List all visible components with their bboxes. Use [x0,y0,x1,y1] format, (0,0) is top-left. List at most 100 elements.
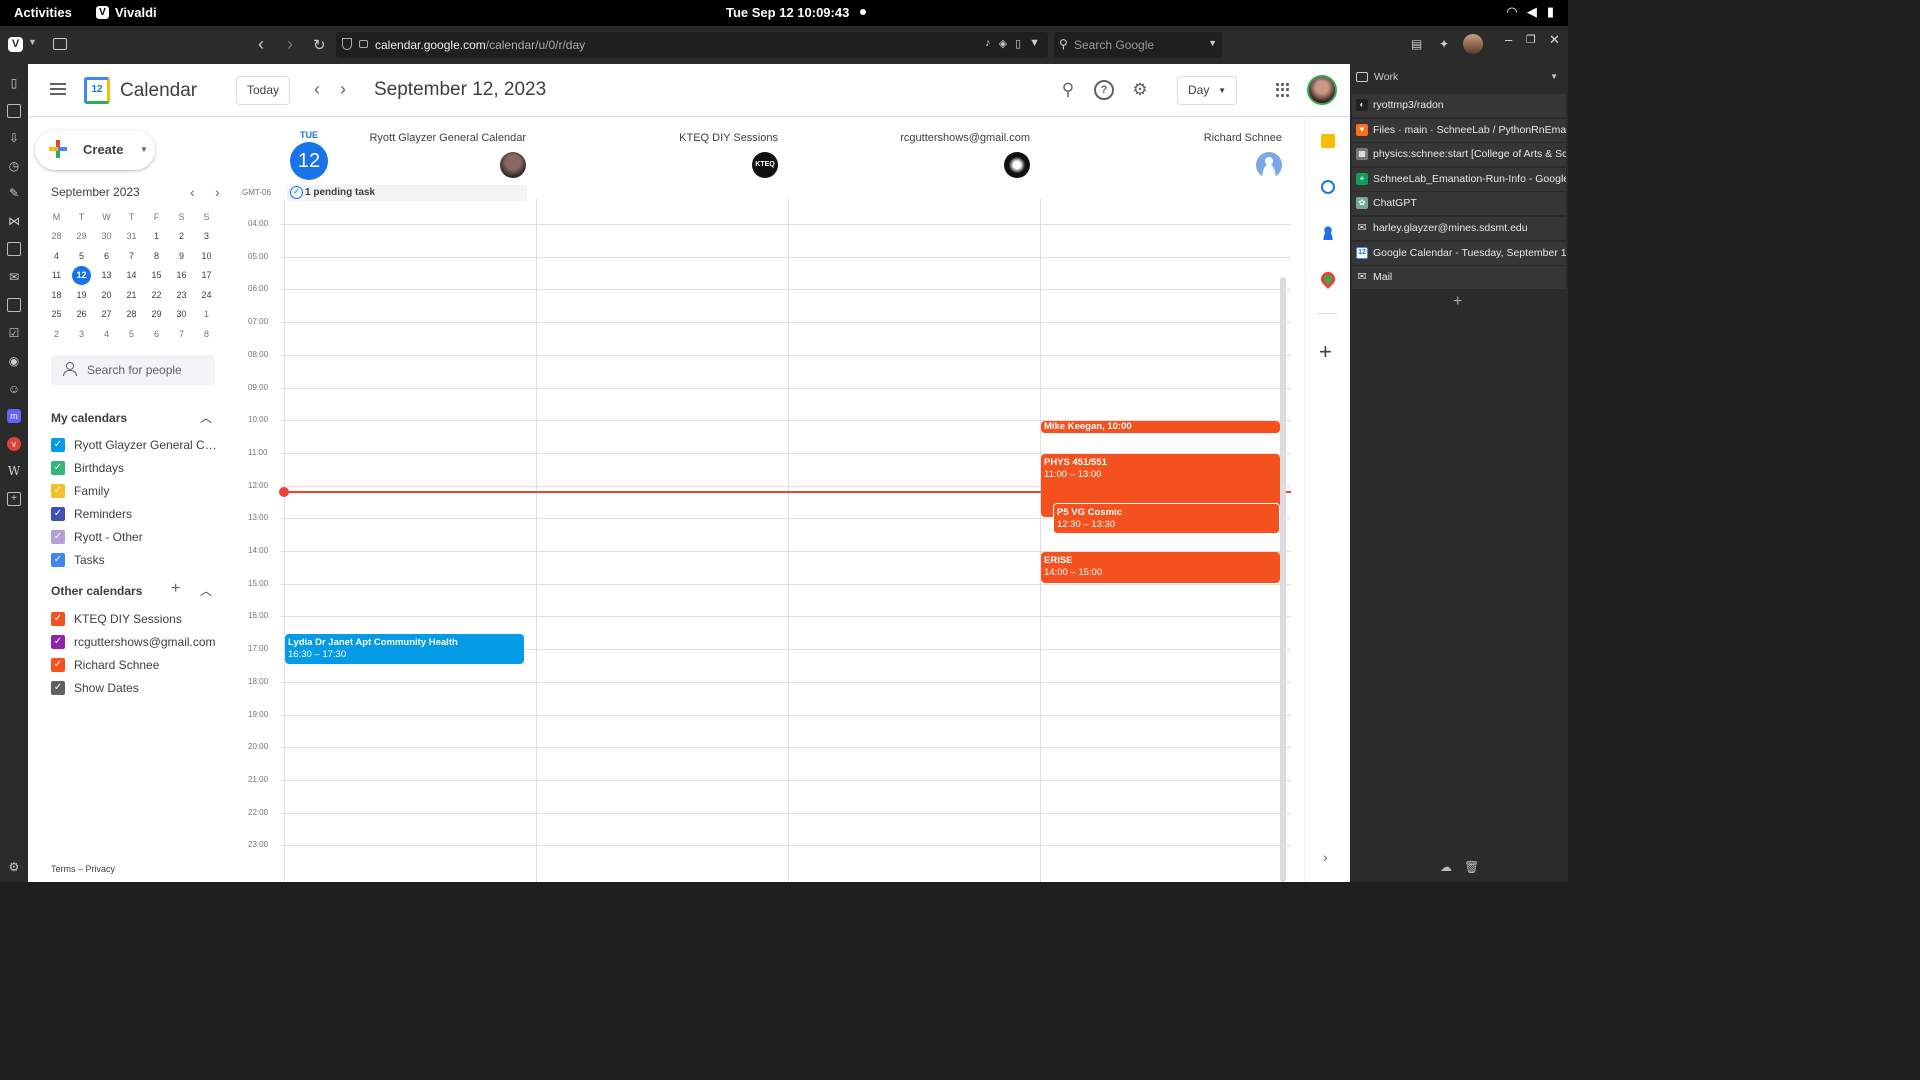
reload-icon[interactable]: ↻ [313,36,326,54]
next-day-icon[interactable]: › [340,79,346,100]
previous-day-icon[interactable]: ‹ [314,79,320,100]
mini-month-day[interactable]: 4 [94,325,119,344]
settings-icon[interactable]: ⚙ [1130,80,1150,100]
next-month-icon[interactable]: › [215,184,220,200]
mini-month-day[interactable]: 30 [94,227,119,246]
cloud-icon[interactable]: ☁ [1440,860,1452,874]
mini-month-day[interactable]: 11 [44,266,69,285]
bookmark-icon[interactable]: ▯ [1015,37,1021,50]
app-title[interactable]: Calendar [120,80,197,102]
mini-month-day[interactable]: 3 [69,325,94,344]
mini-month-day[interactable]: 21 [119,286,144,305]
back-icon[interactable]: ‹ [258,34,264,55]
activities-button[interactable]: Activities [14,5,72,20]
downloads-icon[interactable]: ⇩ [7,131,21,145]
mini-month-day[interactable]: 4 [44,247,69,266]
chevron-down-icon[interactable]: ▼ [1208,38,1217,48]
checkbox-checked-icon[interactable]: ✓ [51,635,65,649]
my-calendars-header[interactable]: My calendars [51,411,127,425]
bookmarks-icon[interactable]: ▯ [7,76,21,90]
mini-month-day[interactable]: 25 [44,305,69,324]
translate-icon[interactable]: ⋈ [7,214,21,228]
search-icon[interactable]: ⚲ [1058,80,1078,100]
mini-month-day[interactable]: 23 [169,286,194,305]
feeds-icon[interactable]: ◉ [7,354,21,368]
bell-icon[interactable]: ♪ [985,37,991,50]
mini-month-day[interactable]: 22 [144,286,169,305]
mini-month-day[interactable]: 6 [144,325,169,344]
checkbox-checked-icon[interactable]: ✓ [51,438,65,452]
checkbox-checked-icon[interactable]: ✓ [51,530,65,544]
mini-month-day[interactable]: 12 [69,266,94,286]
contacts-icon[interactable] [1321,226,1335,240]
maps-icon[interactable] [1318,269,1338,289]
checkbox-checked-icon[interactable]: ✓ [51,507,65,521]
create-button[interactable]: Create ▼ [35,130,155,170]
get-addons-icon[interactable]: + [1319,339,1332,365]
mini-month-day[interactable]: 29 [69,227,94,246]
mini-month-day[interactable]: 5 [69,247,94,266]
mini-month-day[interactable]: 1 [144,227,169,246]
mini-month-day[interactable]: 6 [94,247,119,266]
mini-month-day[interactable]: 28 [119,305,144,324]
today-button[interactable]: Today [236,76,290,105]
kteq-logo-icon[interactable]: KTEQ [752,152,778,178]
vivaldi-menu-icon[interactable]: V [8,37,23,52]
chevron-up-icon[interactable]: ︿ [200,409,212,426]
mini-month-day[interactable]: 14 [119,266,144,285]
chevron-right-icon[interactable]: › [1323,849,1328,865]
contacts-icon[interactable]: ☺ [7,382,21,396]
mini-month-day[interactable]: 15 [144,266,169,285]
add-calendar-icon[interactable]: + [171,580,180,598]
mini-month-day[interactable]: 10 [194,247,219,266]
help-icon[interactable]: ? [1094,80,1114,100]
default-avatar-icon[interactable] [1256,152,1282,178]
calendar-event[interactable]: P5 VG Cosmic 12:30 – 13:30 [1053,502,1280,534]
lock-icon[interactable] [359,40,368,48]
tab-item[interactable]: ✉ Mail [1352,266,1566,290]
mini-month-day[interactable]: 31 [119,227,144,246]
system-tray[interactable]: ◠ ◀ ▮ [1507,4,1554,20]
mini-month-day[interactable]: 2 [169,227,194,246]
account-avatar[interactable] [1307,75,1337,105]
checkbox-checked-icon[interactable]: ✓ [51,484,65,498]
shield-icon[interactable] [342,38,352,50]
mini-month-day[interactable]: 7 [119,247,144,266]
calendar-owner-avatar[interactable] [500,152,526,178]
time-grid[interactable]: 04:00 05:00 06:00 07:00 08:00 09:00 10:00 11:00… [233,199,1300,882]
mini-month-day[interactable]: 20 [94,286,119,305]
chevron-down-icon[interactable]: ▼ [1029,37,1040,50]
calendar-event[interactable]: ERISE 14:00 – 15:00 [1041,552,1280,583]
mini-month-day[interactable]: 26 [69,305,94,324]
tab-item[interactable]: ✉ harley.glayzer@mines.sdsmt.edu [1352,217,1566,240]
mini-month-day[interactable]: 17 [194,266,219,285]
chevron-up-icon[interactable]: ︿ [200,582,212,599]
calendar-icon[interactable] [7,298,21,312]
reading-list-icon[interactable] [7,104,21,118]
other-calendars-header[interactable]: Other calendars [51,584,142,598]
checkbox-checked-icon[interactable]: ✓ [51,553,65,567]
mini-month-day[interactable]: 28 [44,227,69,246]
chevron-down-icon[interactable]: ▼ [28,37,37,47]
mini-month-day[interactable]: 13 [94,266,119,285]
calendar-logo-icon[interactable]: 12 [84,77,110,104]
apps-grid-icon[interactable] [1276,83,1290,97]
tab-item[interactable]: + SchneeLab_Emanation-Run-Info - Google S… [1352,167,1566,191]
tab-item[interactable]: ✿ ChatGPT [1352,192,1566,216]
mastodon-icon[interactable]: m [7,409,21,423]
checkbox-checked-icon[interactable]: ✓ [51,612,65,626]
restore-icon[interactable]: ❐ [1526,33,1536,46]
mini-month-day[interactable]: 8 [144,247,169,266]
main-menu-icon[interactable] [50,83,66,95]
forward-icon[interactable]: › [287,34,293,55]
calendar-event[interactable]: Lydia Dr Janet Apt Community Health 16:30… [285,633,524,665]
mini-month-day[interactable]: 7 [169,325,194,344]
mini-month-day[interactable]: 24 [194,286,219,305]
new-tab-icon[interactable]: + [1453,293,1462,311]
previous-month-icon[interactable]: ‹ [190,184,195,200]
mini-month-day[interactable]: 30 [169,305,194,324]
calendar-event[interactable]: Mike Keegan, 10:00 [1041,421,1280,434]
mini-month-day[interactable]: 29 [144,305,169,324]
mini-month-day[interactable]: 9 [169,247,194,266]
system-clock[interactable]: Tue Sep 12 10:09:43 [726,5,849,20]
